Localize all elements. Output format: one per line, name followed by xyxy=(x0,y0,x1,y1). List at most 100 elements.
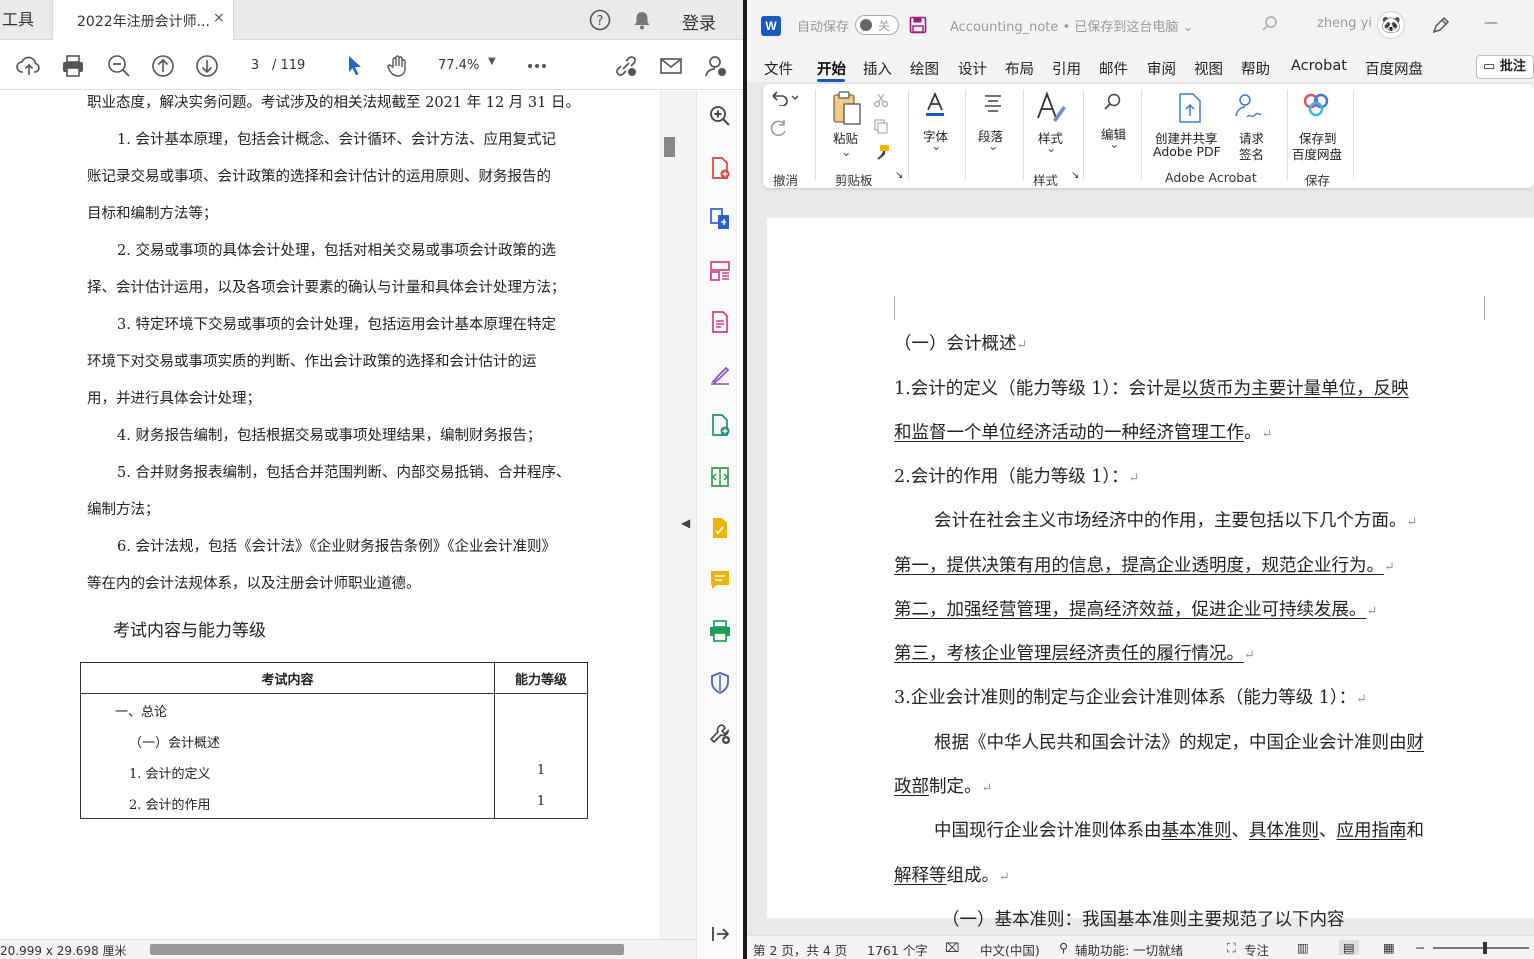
comments-button[interactable]: ▭ 批注 xyxy=(1476,55,1534,79)
create-share-label-2[interactable]: Adobe PDF xyxy=(1153,144,1221,159)
paragraph-mark: ↵ xyxy=(1128,471,1140,486)
request-sign-label-2[interactable]: 签名 xyxy=(1239,144,1264,163)
create-pdf-icon[interactable] xyxy=(708,156,732,180)
tab-references[interactable]: 引用 xyxy=(1052,58,1081,79)
read-mode-icon[interactable]: ▥ xyxy=(1297,940,1309,955)
zoom-dropdown-icon[interactable]: ▼ xyxy=(488,56,496,67)
tab-baidu-netdisk[interactable]: 百度网盘 xyxy=(1365,58,1423,79)
tab-close-button[interactable]: × xyxy=(213,10,225,26)
horizontal-scrollbar[interactable] xyxy=(150,944,624,955)
fill-sign-icon[interactable] xyxy=(708,362,732,386)
document-title[interactable]: Accounting_note • 已保存到这台电脑 ⌄ xyxy=(950,16,1193,35)
ribbon-tabs: 文件 开始 插入 绘图 设计 布局 引用 邮件 审阅 视图 帮助 Acrobat… xyxy=(747,52,1534,82)
scan-print-icon[interactable] xyxy=(708,619,732,643)
zoom-in-icon[interactable] xyxy=(708,104,732,128)
doc-line: 中国现行企业会计准则体系由基本准则、具体准则、应用指南和 xyxy=(934,817,1424,842)
more-tools-icon[interactable] xyxy=(708,722,732,746)
paragraph-dropdown-icon[interactable]: ⌄ xyxy=(988,138,998,153)
tab-home[interactable]: 开始 xyxy=(817,58,846,79)
format-painter-icon[interactable] xyxy=(873,144,891,166)
tab-review[interactable]: 审阅 xyxy=(1147,58,1176,79)
next-page-icon[interactable] xyxy=(194,53,220,79)
paragraph-icon[interactable] xyxy=(983,94,1003,116)
accessibility-status[interactable]: 辅助功能: 一切就绪 xyxy=(1075,940,1183,959)
focus-button[interactable]: 专注 xyxy=(1244,940,1269,959)
page-count[interactable]: 第 2 页，共 4 页 xyxy=(753,940,847,959)
organize-pages-icon[interactable] xyxy=(708,259,732,283)
previous-page-icon[interactable] xyxy=(150,53,176,79)
user-name[interactable]: zheng yi xyxy=(1317,16,1372,31)
help-icon[interactable]: ? xyxy=(589,9,611,31)
tab-document[interactable]: 2022年注册会计师... × xyxy=(52,0,234,40)
user-account-icon[interactable] xyxy=(703,53,729,79)
cut-icon[interactable] xyxy=(873,92,889,112)
more-options-icon[interactable] xyxy=(524,53,550,79)
clipboard-launcher-icon[interactable]: ↘ xyxy=(895,170,903,181)
paste-icon[interactable] xyxy=(831,90,863,130)
hand-tool-icon[interactable] xyxy=(385,53,411,79)
minimize-icon[interactable]: — xyxy=(1484,15,1498,31)
login-button[interactable]: 登录 xyxy=(682,9,716,34)
zoom-level[interactable]: 77.4% xyxy=(438,55,479,77)
zoom-slider[interactable] xyxy=(1433,947,1529,949)
word-count[interactable]: 1761 个字 xyxy=(867,940,928,959)
expand-panel-icon[interactable] xyxy=(708,922,732,946)
email-icon[interactable] xyxy=(658,53,684,79)
copy-icon[interactable] xyxy=(873,118,889,138)
styles-launcher-icon[interactable]: ↘ xyxy=(1071,170,1079,181)
export-pdf-icon[interactable] xyxy=(708,207,732,231)
compress-pdf-icon[interactable] xyxy=(708,465,732,489)
page-number-input[interactable]: 3 xyxy=(241,55,269,77)
tab-design[interactable]: 设计 xyxy=(958,58,987,79)
styles-dropdown-icon[interactable]: ⌄ xyxy=(1046,140,1056,155)
tab-file[interactable]: 文件 xyxy=(764,58,793,79)
autosave-label: 自动保存 xyxy=(797,20,850,35)
search-icon[interactable] xyxy=(1261,15,1279,33)
tab-layout[interactable]: 布局 xyxy=(1005,58,1034,79)
language[interactable]: 中文(中国) xyxy=(980,940,1040,959)
tab-acrobat[interactable]: Acrobat xyxy=(1291,58,1347,74)
zoom-out-button[interactable]: − xyxy=(1415,940,1425,955)
web-layout-icon[interactable]: ▦ xyxy=(1383,940,1395,955)
share-link-icon[interactable] xyxy=(613,53,639,79)
proofing-icon[interactable]: ⌧ xyxy=(945,940,959,955)
vertical-scroll-thumb[interactable] xyxy=(664,137,675,157)
word-document-page[interactable]: （一）会计概述↵ 1.会计的定义（能力等级 1）：会计是以货币为主要计量单位，反… xyxy=(767,218,1534,930)
font-dropdown-icon[interactable]: ⌄ xyxy=(931,138,941,153)
font-icon[interactable] xyxy=(924,91,946,122)
tab-insert[interactable]: 插入 xyxy=(863,58,892,79)
styles-icon[interactable] xyxy=(1035,90,1069,130)
combine-files-icon[interactable] xyxy=(708,413,732,437)
protect-shield-icon[interactable] xyxy=(708,671,732,695)
notification-bell-icon[interactable] xyxy=(631,9,653,31)
zoom-out-icon[interactable] xyxy=(106,53,132,79)
upload-cloud-icon[interactable] xyxy=(16,53,42,79)
save-baidu-label-2[interactable]: 百度网盘 xyxy=(1292,144,1342,163)
create-share-pdf-icon[interactable] xyxy=(1177,92,1203,128)
avatar[interactable]: 🐼 xyxy=(1377,11,1405,39)
request-signature-icon[interactable] xyxy=(708,516,732,540)
select-cursor-icon[interactable] xyxy=(341,53,367,79)
collapse-panel-icon[interactable]: ◀ xyxy=(681,516,690,530)
tab-help[interactable]: 帮助 xyxy=(1241,58,1270,79)
edit-pdf-icon[interactable] xyxy=(708,310,732,334)
designer-pen-icon[interactable] xyxy=(1431,15,1451,35)
print-layout-icon[interactable]: ▤ xyxy=(1339,940,1359,955)
vertical-scrollbar[interactable] xyxy=(660,91,696,939)
tab-draw[interactable]: 绘图 xyxy=(910,58,939,79)
baidu-cloud-icon[interactable] xyxy=(1301,92,1331,122)
tab-view[interactable]: 视图 xyxy=(1194,58,1223,79)
tab-tools[interactable]: 工具 xyxy=(0,0,50,40)
undo-icon[interactable] xyxy=(769,90,801,110)
paste-dropdown-icon[interactable]: ⌄ xyxy=(841,144,851,159)
editing-dropdown-icon[interactable]: ⌄ xyxy=(1109,136,1119,151)
print-icon[interactable] xyxy=(60,53,86,79)
redo-icon[interactable] xyxy=(769,118,789,140)
comment-icon[interactable] xyxy=(708,568,732,592)
save-icon[interactable] xyxy=(909,16,927,34)
tab-mailings[interactable]: 邮件 xyxy=(1099,58,1128,79)
find-search-icon[interactable] xyxy=(1103,92,1123,116)
request-signature-icon[interactable] xyxy=(1233,92,1263,126)
autosave-toggle[interactable]: 关 xyxy=(855,15,899,35)
zoom-slider-thumb[interactable] xyxy=(1483,942,1487,954)
